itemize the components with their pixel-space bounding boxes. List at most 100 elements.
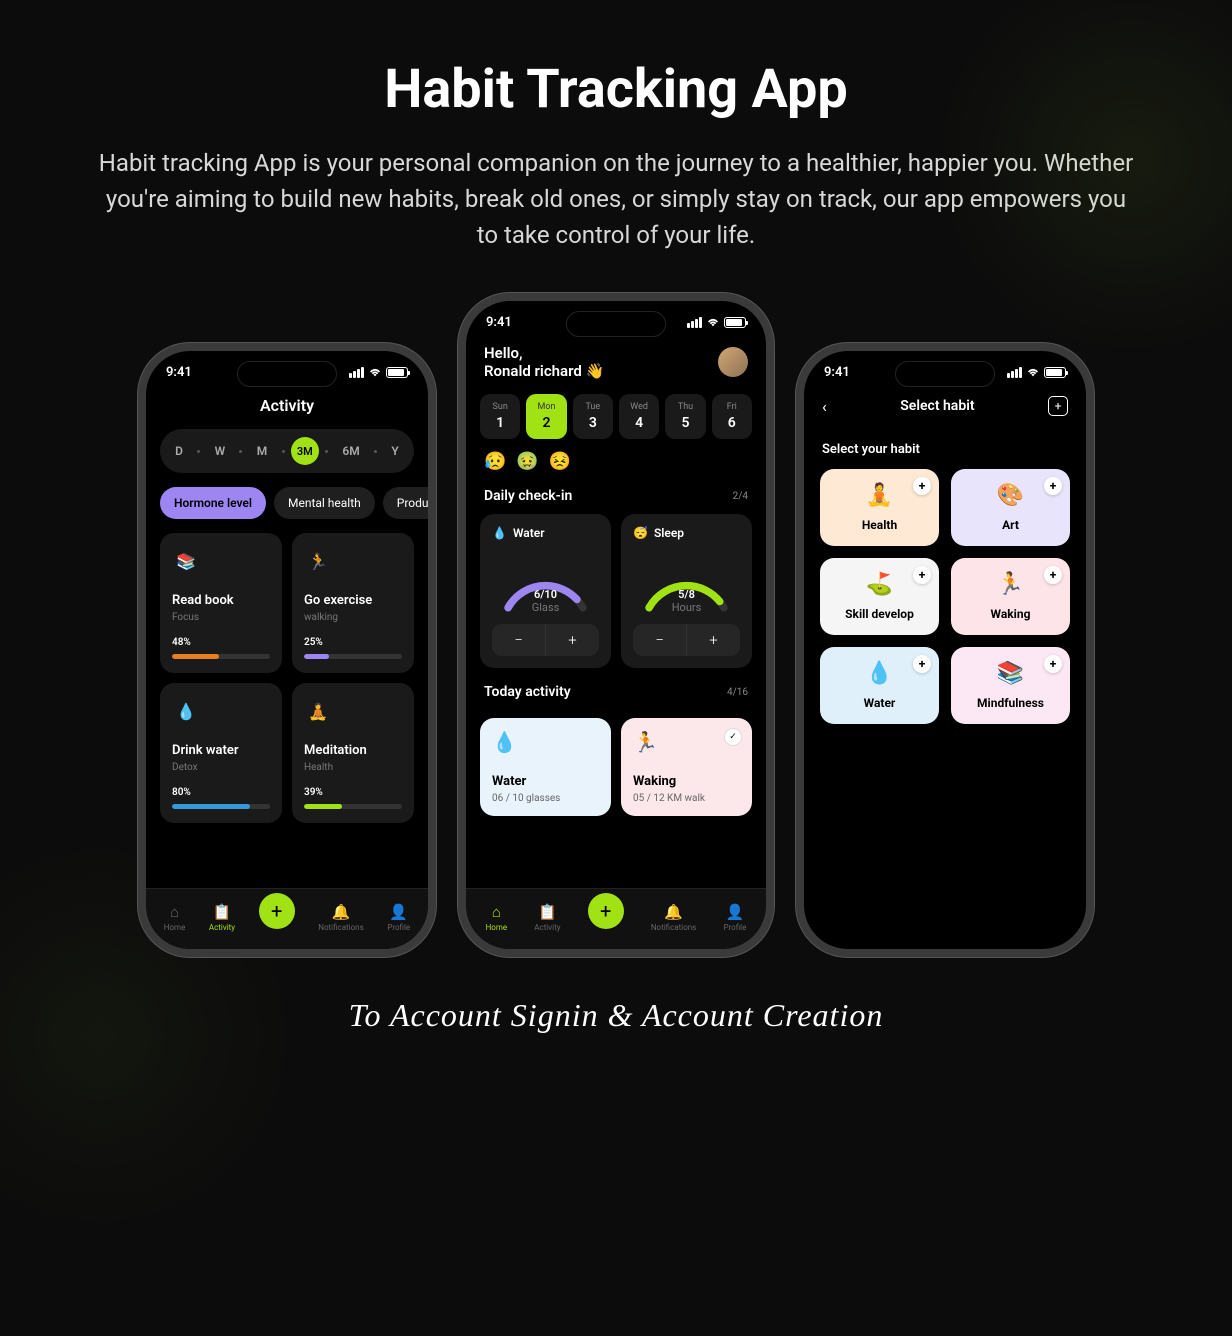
checkin-title: Daily check-in	[484, 488, 572, 504]
habit-card-waking[interactable]: + 🏃 Waking	[951, 558, 1070, 635]
checkin-name: Sleep	[654, 526, 684, 540]
avatar[interactable]	[718, 347, 748, 377]
wifi-icon	[706, 318, 720, 328]
status-time: 9:41	[486, 315, 512, 330]
day-wed[interactable]: Wed4	[619, 394, 659, 439]
tab-produc[interactable]: Produc	[383, 487, 428, 519]
range-6M[interactable]: 6M	[334, 440, 367, 462]
home-icon: ⌂	[164, 903, 186, 921]
category-tabs: Hormone levelMental healthProduc	[160, 487, 428, 519]
add-habit-button[interactable]: +	[1048, 396, 1068, 416]
notch	[895, 361, 995, 387]
activity-icon: 🧘	[304, 697, 332, 725]
add-icon[interactable]: +	[913, 477, 931, 495]
activity-name: Meditation	[304, 743, 402, 758]
habit-card-water[interactable]: + 💧 Water	[820, 647, 939, 724]
today-card[interactable]: 💧 Water 06 / 10 glasses	[480, 718, 611, 816]
day-tue[interactable]: Tue3	[573, 394, 613, 439]
habit-card-art[interactable]: + 🎨 Art	[951, 469, 1070, 546]
checkin-card: 😴Sleep 5/8Hours −+	[621, 514, 752, 668]
today-card[interactable]: ✓ 🏃 Waking 05 / 12 KM walk	[621, 718, 752, 816]
day-thu[interactable]: Thu5	[665, 394, 705, 439]
section-label: Select your habit	[804, 426, 1086, 469]
phone-select-habit: 9:41 ‹ Select habit + Select your habit …	[804, 351, 1086, 949]
today-name: Water	[492, 774, 599, 789]
home-icon: ⌂	[486, 903, 508, 921]
nav-home[interactable]: ⌂Home	[486, 903, 508, 932]
add-icon[interactable]: +	[1044, 477, 1062, 495]
battery-icon	[386, 367, 408, 378]
habit-card-mindfulness[interactable]: + 📚 Mindfulness	[951, 647, 1070, 724]
checkin-card: 💧Water 6/10Glass −+	[480, 514, 611, 668]
nav-profile[interactable]: 👤Profile	[723, 903, 746, 932]
decrement-button[interactable]: −	[633, 624, 687, 656]
gauge-label: Glass	[492, 601, 599, 614]
profile-icon: 👤	[723, 903, 746, 921]
nav-home[interactable]: ⌂Home	[164, 903, 186, 932]
tab-hormone-level[interactable]: Hormone level	[160, 487, 266, 519]
day-mon[interactable]: Mon2	[526, 394, 566, 439]
today-count: 4/16	[727, 687, 748, 698]
nav-notifications[interactable]: 🔔Notifications	[651, 903, 696, 932]
activity-card[interactable]: 🏃 Go exercise walking 25%	[292, 533, 414, 673]
activity-pct: 39%	[304, 787, 402, 798]
battery-icon	[1044, 367, 1066, 378]
increment-button[interactable]: +	[546, 624, 599, 656]
habit-name: Water	[830, 696, 929, 710]
checkin-name: Water	[513, 526, 545, 540]
activity-icon: 📚	[172, 547, 200, 575]
range-D[interactable]: D	[167, 440, 191, 462]
habit-name: Health	[830, 518, 929, 532]
habit-name: Skill develop	[830, 607, 929, 621]
add-icon[interactable]: +	[913, 566, 931, 584]
bottom-nav: ⌂Home 📋Activity + 🔔Notifications 👤Profile	[146, 888, 428, 949]
wifi-icon	[1026, 368, 1040, 378]
profile-icon: 👤	[387, 903, 410, 921]
nav-notifications[interactable]: 🔔Notifications	[318, 903, 363, 932]
nav-activity[interactable]: 📋Activity	[209, 903, 235, 932]
activity-card[interactable]: 💧 Drink water Detox 80%	[160, 683, 282, 823]
back-button[interactable]: ‹	[822, 397, 827, 416]
activity-icon: 📋	[534, 903, 560, 921]
range-3M[interactable]: 3M	[291, 437, 319, 465]
day-fri[interactable]: Fri6	[712, 394, 752, 439]
screen-title: Select habit	[900, 398, 974, 414]
habit-name: Waking	[961, 607, 1060, 621]
decrement-button[interactable]: −	[492, 624, 546, 656]
fab-add[interactable]: +	[259, 893, 295, 929]
nav-profile[interactable]: 👤Profile	[387, 903, 410, 932]
activity-name: Drink water	[172, 743, 270, 758]
wifi-icon	[368, 368, 382, 378]
day-sun[interactable]: Sun1	[480, 394, 520, 439]
habit-card-health[interactable]: + 🧘 Health	[820, 469, 939, 546]
activity-name: Read book	[172, 593, 270, 608]
increment-button[interactable]: +	[687, 624, 740, 656]
mood-icon[interactable]: 🤢	[516, 451, 538, 472]
mood-icon[interactable]: 😥	[484, 451, 506, 472]
range-W[interactable]: W	[207, 440, 234, 462]
status-time: 9:41	[166, 365, 192, 380]
activity-card[interactable]: 📚 Read book Focus 48%	[160, 533, 282, 673]
add-icon[interactable]: +	[913, 655, 931, 673]
activity-pct: 25%	[304, 637, 402, 648]
tab-mental-health[interactable]: Mental health	[274, 487, 375, 519]
bottom-nav: ⌂Home 📋Activity + 🔔Notifications 👤Profile	[466, 888, 766, 949]
activity-sub: walking	[304, 612, 402, 623]
fab-add[interactable]: +	[588, 893, 624, 929]
add-icon[interactable]: +	[1044, 566, 1062, 584]
activity-card[interactable]: 🧘 Meditation Health 39%	[292, 683, 414, 823]
range-M[interactable]: M	[249, 440, 276, 462]
range-Y[interactable]: Y	[383, 440, 406, 462]
today-sub: 06 / 10 glasses	[492, 793, 599, 804]
habit-card-skill-develop[interactable]: + ⛳ Skill develop	[820, 558, 939, 635]
greeting-line2: Ronald richard 👋	[484, 362, 604, 380]
activity-icon: 💧	[172, 697, 200, 725]
add-icon[interactable]: +	[1044, 655, 1062, 673]
gauge-label: Hours	[633, 601, 740, 614]
nav-activity[interactable]: 📋Activity	[534, 903, 560, 932]
activity-icon: 🏃	[304, 547, 332, 575]
mood-icon[interactable]: 😣	[549, 451, 571, 472]
phone-activity: 9:41 Activity DWM3M6MY Hormone levelMent…	[146, 351, 428, 949]
time-range-selector[interactable]: DWM 3M 6M Y	[160, 429, 414, 473]
activity-name: Go exercise	[304, 593, 402, 608]
